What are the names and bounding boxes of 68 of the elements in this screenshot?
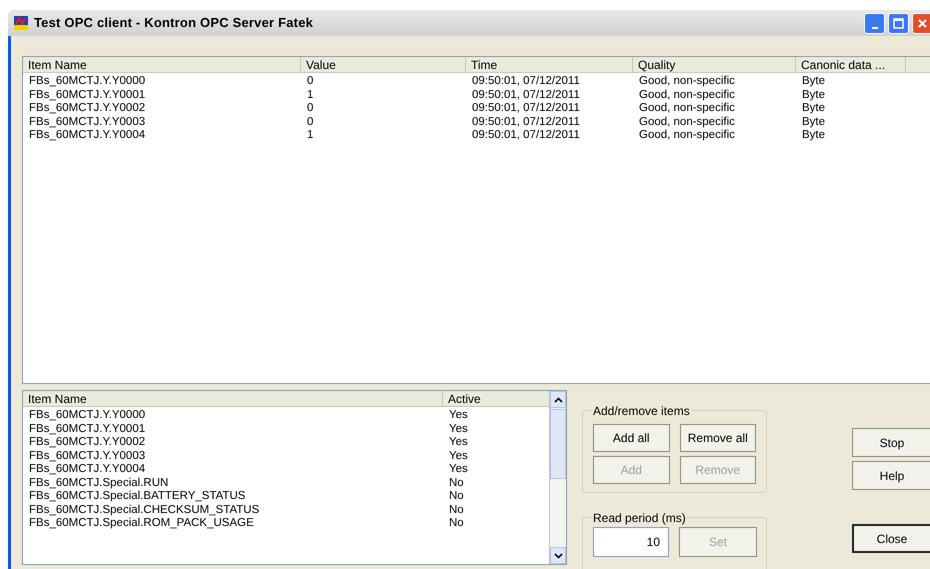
table-cell-text: Good, non-specific	[638, 88, 736, 102]
scrollbar[interactable]	[549, 391, 566, 564]
action-button[interactable]: Add all	[593, 424, 670, 452]
table-cell-text: 0	[306, 116, 314, 129]
table-cell-text: 0	[306, 75, 314, 88]
table-cell-text: Good, non-specific	[638, 75, 736, 88]
table-cell-text: 0	[306, 102, 314, 116]
maximize-button[interactable]	[888, 12, 909, 34]
column-header[interactable]: Quality	[633, 57, 796, 73]
table-cell-text: FBs_60MCTJ.Special.CHECKSUM_STATUS	[28, 504, 260, 517]
table-cell-text: Yes	[448, 409, 469, 422]
column-header[interactable]: Canonic data ...	[796, 57, 906, 73]
column-header[interactable]: Time	[466, 57, 633, 73]
table-cell-text: Good, non-specific	[638, 116, 736, 129]
scroll-thumb[interactable]	[550, 409, 566, 479]
close-icon	[917, 18, 928, 28]
table-cell-text: FBs_60MCTJ.Y.Y0003	[28, 450, 146, 463]
table-cell-text: 09:50:01, 07/12/2011	[471, 102, 581, 116]
table-cell-text: Byte	[801, 129, 826, 142]
column-header[interactable]: Active	[443, 391, 549, 407]
table-cell-text: Byte	[801, 88, 826, 102]
table-cell-text: 1	[306, 129, 314, 142]
table-cell-text: FBs_60MCTJ.Y.Y0004	[28, 129, 146, 142]
scroll-up-icon[interactable]	[550, 391, 566, 408]
table-cell-text: FBs_60MCTJ.Special.RUN	[28, 476, 170, 490]
table-cell-text: No	[448, 490, 465, 504]
table-cell-text: 09:50:01, 07/12/2011	[471, 129, 581, 142]
table-cell-text: FBs_60MCTJ.Y.Y0000	[28, 409, 146, 422]
table-cell-text: No	[448, 517, 465, 530]
column-header[interactable]: Value	[301, 57, 466, 73]
table-cell-text: Yes	[448, 422, 469, 436]
close-button[interactable]	[912, 12, 930, 34]
table-cell-text: No	[448, 476, 465, 490]
table-cell-text: FBs_60MCTJ.Special.BATTERY_STATUS	[28, 490, 246, 504]
dialog-button[interactable]: Help	[852, 461, 930, 490]
dialog-button[interactable]: Stop	[852, 428, 930, 457]
minimize-button[interactable]	[864, 12, 885, 34]
scroll-down-icon[interactable]	[550, 547, 566, 564]
table-cell-text: FBs_60MCTJ.Y.Y0004	[28, 463, 146, 476]
app-icon	[13, 15, 29, 31]
table-cell-text: 09:50:01, 07/12/2011	[471, 75, 581, 88]
window-title: Test OPC client - Kontron OPC Server Fatek	[34, 14, 314, 32]
table-cell-text: Byte	[801, 116, 826, 129]
table-cell-text: Yes	[448, 436, 469, 450]
table-cell-text: FBs_60MCTJ.Y.Y0001	[28, 88, 146, 102]
table-cell-text: Byte	[801, 75, 826, 88]
table-cell-text: FBs_60MCTJ.Y.Y0000	[28, 75, 146, 88]
read-period-field[interactable]: 10	[593, 527, 669, 557]
table-cell-text: No	[448, 504, 465, 517]
table-cell-text: FBs_60MCTJ.Y.Y0002	[28, 102, 146, 116]
dialog-button[interactable]: Close	[852, 524, 930, 553]
table-cell-text: 09:50:01, 07/12/2011	[471, 88, 581, 102]
table-cell-text: Good, non-specific	[638, 102, 736, 116]
table-cell-text: Byte	[801, 102, 826, 116]
minimize-icon	[872, 27, 878, 29]
action-button[interactable]: Remove all	[680, 424, 756, 452]
table-cell-text: Yes	[448, 463, 469, 476]
table-cell-text: Yes	[448, 450, 469, 463]
table-cell-text: Good, non-specific	[638, 129, 736, 142]
table-cell-text: 1	[306, 88, 314, 102]
table-cell-text: 09:50:01, 07/12/2011	[471, 116, 581, 129]
maximize-icon	[893, 18, 904, 28]
table-cell-text: FBs_60MCTJ.Y.Y0001	[28, 422, 146, 436]
table-cell-text: FBs_60MCTJ.Y.Y0002	[28, 436, 146, 450]
column-header[interactable]: Item Name	[23, 57, 301, 73]
column-header[interactable]: Item Name	[23, 391, 443, 407]
table-cell-text: FBs_60MCTJ.Special.ROM_PACK_USAGE	[28, 517, 255, 530]
table-cell-text: FBs_60MCTJ.Y.Y0003	[28, 116, 146, 129]
